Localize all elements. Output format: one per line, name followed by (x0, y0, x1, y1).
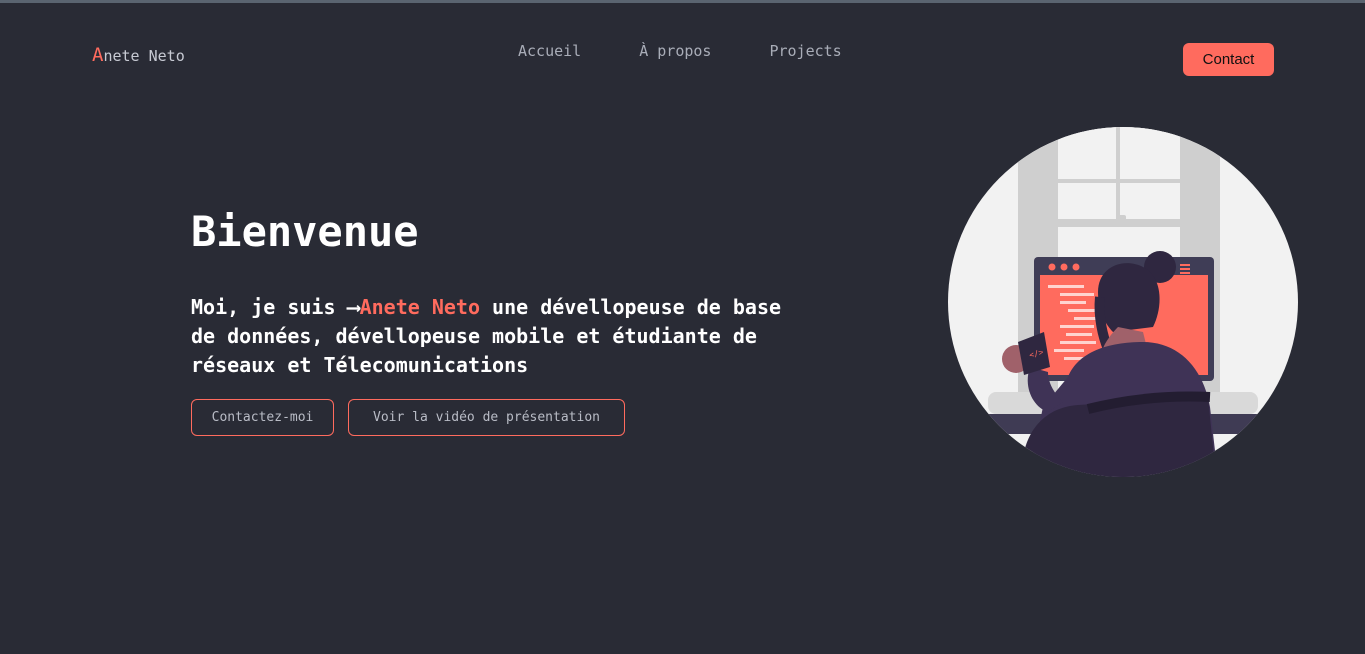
hero-title: Bienvenue (191, 207, 419, 256)
nav-item-accueil[interactable]: Accueil (518, 42, 581, 60)
window-top-border (0, 0, 1365, 3)
nav-item-a-propos[interactable]: À propos (639, 42, 711, 60)
main-nav: Accueil À propos Projects (518, 42, 900, 60)
hero-intro: Moi, je suis ⟶Anete Neto une dévellopeus… (191, 293, 791, 380)
contact-me-button[interactable]: Contactez-moi (191, 399, 334, 436)
contact-button[interactable]: Contact (1183, 43, 1274, 76)
logo-text: nete Neto (103, 47, 185, 65)
intro-name: Anete Neto (359, 295, 480, 319)
logo-initial: A (92, 44, 104, 66)
intro-prefix: Moi, je suis ⟶ (191, 295, 360, 319)
nav-item-projects[interactable]: Projects (769, 42, 841, 60)
site-logo[interactable]: Anete Neto (92, 44, 185, 66)
watch-video-button[interactable]: Voir la vidéo de présentation (348, 399, 625, 436)
developer-illustration: </> (948, 127, 1298, 477)
